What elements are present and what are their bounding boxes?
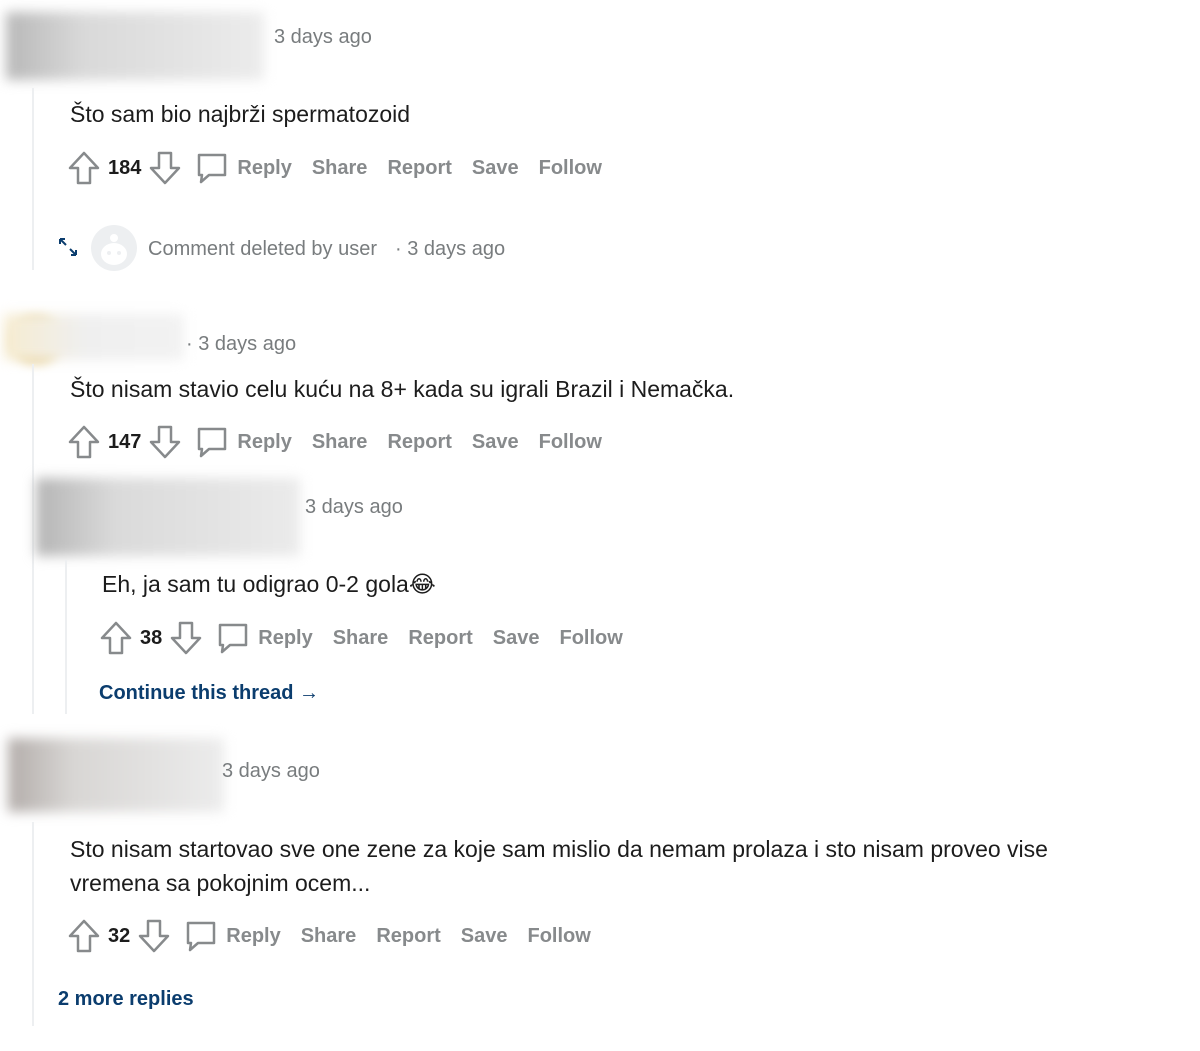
downvote-arrow-icon[interactable]	[138, 919, 170, 953]
comment-body: Što sam bio najbrži spermatozoid	[70, 101, 411, 127]
downvote-arrow-icon[interactable]	[149, 425, 181, 459]
thread-line[interactable]	[32, 364, 34, 714]
reply-body: Eh, ja sam tu odigrao 0-2 gola😂	[102, 571, 436, 597]
comment-timestamp: 3 days ago	[274, 26, 372, 48]
report-button[interactable]: Report	[387, 431, 451, 454]
redacted-username-3	[36, 478, 300, 556]
deleted-comment-label: Comment deleted by user	[148, 238, 378, 260]
follow-button[interactable]: Follow	[559, 627, 622, 650]
thread-line[interactable]	[65, 560, 67, 714]
follow-button[interactable]: Follow	[539, 157, 602, 180]
upvote-arrow-icon[interactable]	[100, 621, 132, 655]
reply-timestamp: 3 days ago	[305, 496, 403, 518]
reply-actions: 38 Reply Share Report Save Follow	[100, 620, 643, 656]
comment-body: Sto nisam startovao sve one zene za koje…	[70, 836, 1048, 896]
comment-timestamp: 3 days ago	[222, 760, 320, 782]
thread-line[interactable]	[32, 88, 34, 270]
comment-actions: 147 Reply Share Report Save Follow	[68, 424, 622, 460]
expand-arrows-icon[interactable]	[57, 236, 79, 263]
save-button[interactable]: Save	[493, 627, 540, 650]
comment-actions: 184 Reply Share Report Save Follow	[68, 150, 622, 186]
redacted-username-4	[8, 738, 224, 812]
share-button[interactable]: Share	[312, 157, 368, 180]
share-button[interactable]: Share	[301, 925, 357, 948]
speech-bubble-icon[interactable]	[195, 425, 229, 459]
thread-line[interactable]	[32, 822, 34, 1026]
comment-timestamp: · 3 days ago	[186, 333, 297, 355]
speech-bubble-icon[interactable]	[216, 621, 250, 655]
redacted-username-1	[6, 12, 264, 80]
follow-button[interactable]: Follow	[527, 925, 590, 948]
report-button[interactable]: Report	[376, 925, 440, 948]
save-button[interactable]: Save	[472, 431, 519, 454]
save-button[interactable]: Save	[472, 157, 519, 180]
vote-count: 147	[108, 430, 142, 453]
reply-button[interactable]: Reply	[237, 157, 291, 180]
downvote-arrow-icon[interactable]	[149, 151, 181, 185]
comment-body: Što nisam stavio celu kuću na 8+ kada su…	[70, 376, 735, 402]
redacted-username-2	[4, 314, 184, 360]
upvote-arrow-icon[interactable]	[68, 919, 100, 953]
reply-button[interactable]: Reply	[226, 925, 280, 948]
reply-button[interactable]: Reply	[237, 431, 291, 454]
vote-count: 38	[140, 626, 163, 649]
share-button[interactable]: Share	[333, 627, 389, 650]
more-replies-link[interactable]: 2 more replies	[58, 988, 194, 1011]
follow-button[interactable]: Follow	[539, 431, 602, 454]
save-button[interactable]: Save	[461, 925, 508, 948]
continue-thread-link[interactable]: Continue this thread →	[99, 682, 319, 705]
downvote-arrow-icon[interactable]	[170, 621, 202, 655]
upvote-arrow-icon[interactable]	[68, 151, 100, 185]
report-button[interactable]: Report	[408, 627, 472, 650]
default-snoo-avatar-icon	[90, 224, 138, 277]
vote-count: 184	[108, 156, 142, 179]
comment-actions: 32 Reply Share Report Save Follow	[68, 918, 611, 954]
speech-bubble-icon[interactable]	[195, 151, 229, 185]
reply-button[interactable]: Reply	[258, 627, 312, 650]
deleted-comment-timestamp: · 3 days ago	[395, 238, 506, 260]
vote-count: 32	[108, 924, 131, 947]
share-button[interactable]: Share	[312, 431, 368, 454]
speech-bubble-icon[interactable]	[184, 919, 218, 953]
report-button[interactable]: Report	[387, 157, 451, 180]
upvote-arrow-icon[interactable]	[68, 425, 100, 459]
